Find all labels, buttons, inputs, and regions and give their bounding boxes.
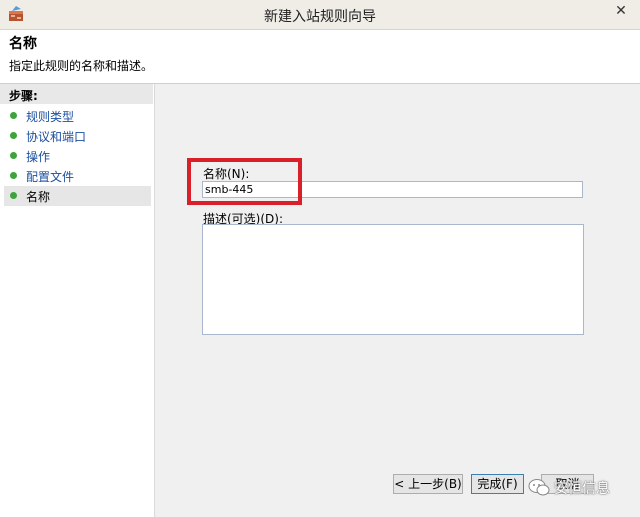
step-bullet-icon — [10, 192, 17, 199]
watermark-text: 安恒信息 — [554, 481, 610, 497]
step-protocol-ports[interactable]: 协议和端口 — [4, 126, 151, 146]
wizard-window: 新建入站规则向导 ✕ 名称 指定此规则的名称和描述。 步骤: 规则类型 协议和端… — [0, 0, 640, 517]
wechat-icon — [528, 479, 550, 496]
window-title: 新建入站规则向导 — [264, 9, 376, 25]
step-label: 协议和端口 — [26, 130, 87, 144]
step-bullet-icon — [10, 152, 17, 159]
content-panel: 名称(N): 描述(可选)(D): < 上一步(B) 完成(F) 取消 — [154, 84, 640, 517]
page-title: 名称 — [9, 36, 37, 52]
finish-button[interactable]: 完成(F) — [471, 474, 524, 494]
step-label: 配置文件 — [26, 170, 75, 184]
step-action[interactable]: 操作 — [4, 146, 151, 166]
watermark: 安恒信息 — [520, 476, 630, 500]
close-icon: ✕ — [615, 3, 627, 19]
close-button[interactable]: ✕ — [607, 1, 635, 22]
back-button[interactable]: < 上一步(B) — [393, 474, 463, 494]
step-name[interactable]: 名称 — [4, 186, 151, 206]
description-textarea[interactable] — [202, 224, 584, 335]
steps-panel: 步骤: 规则类型 协议和端口 操作 配置文件 名称 — [0, 84, 153, 517]
title-bar[interactable]: 新建入站规则向导 ✕ — [0, 0, 640, 30]
step-bullet-icon — [10, 172, 17, 179]
wizard-header: 名称 指定此规则的名称和描述。 — [0, 30, 640, 84]
steps-heading: 步骤: — [0, 84, 153, 104]
step-bullet-icon — [10, 132, 17, 139]
highlight-box — [187, 158, 302, 205]
step-label: 规则类型 — [26, 110, 75, 124]
step-label: 操作 — [26, 150, 51, 164]
step-bullet-icon — [10, 112, 17, 119]
step-label: 名称 — [26, 190, 51, 204]
page-description: 指定此规则的名称和描述。 — [9, 59, 154, 73]
steps-heading-label: 步骤: — [9, 89, 38, 103]
step-profile[interactable]: 配置文件 — [4, 166, 151, 186]
step-rule-type[interactable]: 规则类型 — [4, 106, 151, 126]
